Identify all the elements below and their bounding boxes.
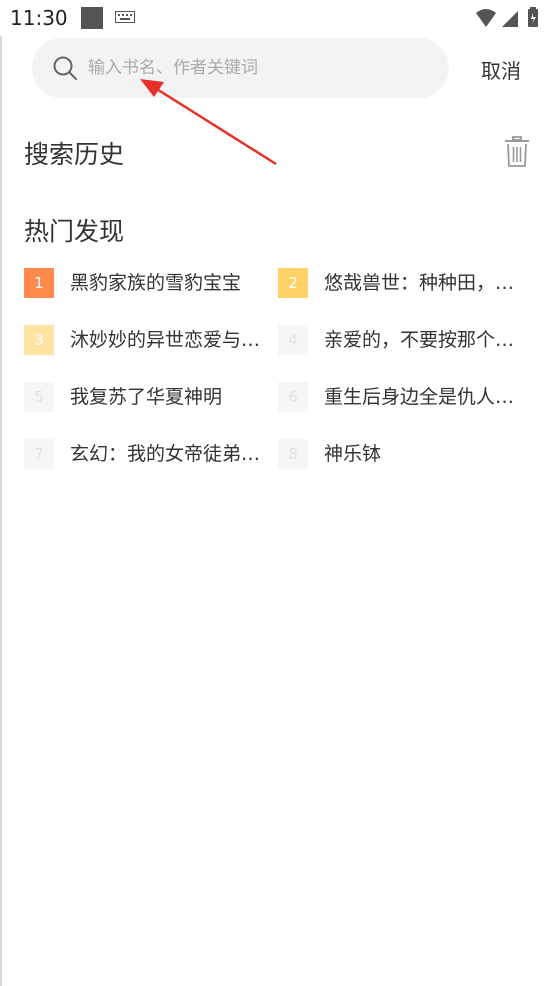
hot-item[interactable]: 5 我复苏了华夏神明 [24, 376, 276, 416]
hot-item[interactable]: 2 悠哉兽世：种种田，生生崽 [278, 262, 530, 302]
rank-badge: 6 [278, 382, 308, 412]
rank-badge: 8 [278, 439, 308, 469]
rank-badge: 4 [278, 325, 308, 355]
trash-icon[interactable] [503, 136, 531, 168]
book-title: 沐妙妙的异世恋爱与修仙 [70, 329, 270, 351]
cancel-button[interactable]: 取消 [470, 52, 532, 86]
system-status-icons [476, 7, 538, 27]
search-icon [53, 56, 77, 80]
window-edge [0, 36, 2, 986]
hot-discoveries-title: 热门发现 [24, 217, 125, 246]
book-title: 重生后身边全是仇人的儿子 [324, 386, 524, 408]
status-time: 11:30 [10, 6, 68, 30]
app-square-icon [81, 7, 103, 29]
status-bar: 11:30 [0, 0, 554, 36]
annotation-arrow [140, 79, 277, 166]
book-title: 我复苏了华夏神明 [70, 386, 223, 408]
search-history-title: 搜索历史 [24, 140, 125, 169]
book-title: 黑豹家族的雪豹宝宝 [70, 272, 242, 294]
keyboard-icon [115, 11, 135, 23]
hot-item[interactable]: 1 黑豹家族的雪豹宝宝 [24, 262, 276, 302]
rank-badge: 7 [24, 439, 54, 469]
hot-item[interactable]: 6 重生后身边全是仇人的儿子 [278, 376, 530, 416]
wifi-icon [476, 9, 496, 27]
book-title: 悠哉兽世：种种田，生生崽 [324, 272, 524, 294]
book-title: 玄幻：我的女帝徒弟们太强了 [70, 443, 270, 465]
rank-badge: 3 [24, 325, 54, 355]
book-title: 亲爱的，不要按那个按钮 [324, 329, 524, 351]
rank-badge: 5 [24, 382, 54, 412]
book-title: 神乐钵 [324, 443, 382, 465]
rank-badge: 1 [24, 268, 54, 298]
rank-badge: 2 [278, 268, 308, 298]
hot-item[interactable]: 7 玄幻：我的女帝徒弟们太强了 [24, 433, 276, 473]
hot-item[interactable]: 3 沐妙妙的异世恋爱与修仙 [24, 319, 276, 359]
signal-icon [502, 11, 518, 27]
hot-item[interactable]: 4 亲爱的，不要按那个按钮 [278, 319, 530, 359]
hot-item[interactable]: 8 神乐钵 [278, 433, 530, 473]
